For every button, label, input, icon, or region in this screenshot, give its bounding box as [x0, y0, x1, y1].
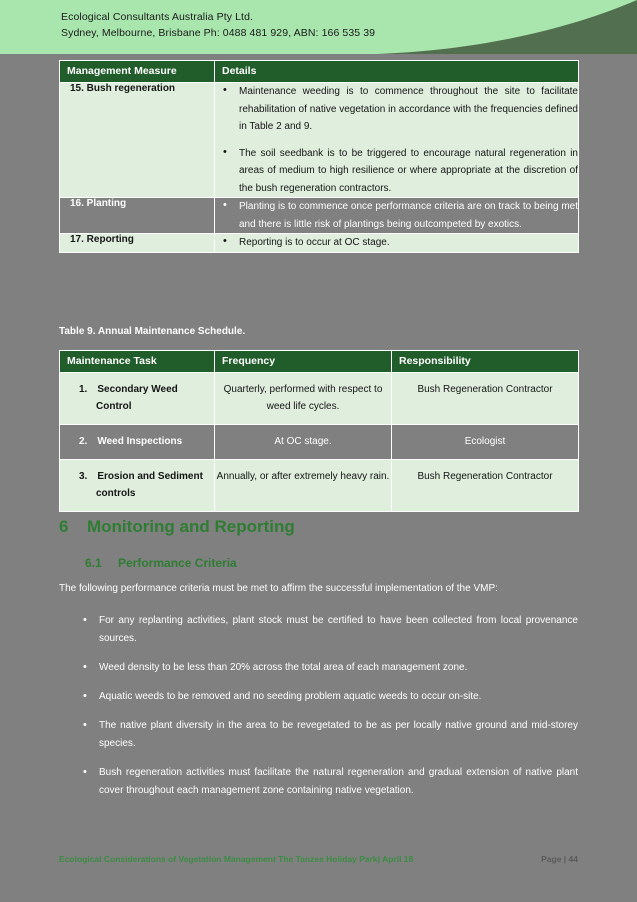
performance-criteria-list: For any replanting activities, plant sto…: [59, 611, 578, 811]
header-swoosh-decoration: [377, 0, 637, 54]
table-header-row: Management Measure Details: [59, 60, 579, 83]
table-caption: Table 9. Annual Maintenance Schedule.: [59, 326, 246, 337]
cell-responsibility: Bush Regeneration Contractor: [391, 459, 579, 512]
section-heading-6-1: 6.1 Performance Criteria: [85, 556, 237, 570]
details-bullet-list: Reporting is to occur at OC stage.: [215, 233, 578, 252]
table-row: 1. Secondary Weed Control Quarterly, per…: [59, 372, 579, 425]
section-heading-title: Monitoring and Reporting: [87, 517, 295, 536]
subsection-heading-number: 6.1: [85, 556, 102, 570]
maintenance-schedule-table: Maintenance Task Frequency Responsibilit…: [59, 350, 579, 512]
management-measures-table: Management Measure Details 15. Bush rege…: [59, 60, 579, 253]
subsection-heading-title: Performance Criteria: [118, 556, 237, 570]
list-item: The native plant diversity in the area t…: [59, 716, 578, 753]
table-row: 17. Reporting Reporting is to occur at O…: [59, 233, 579, 253]
page-header-band: Ecological Consultants Australia Pty Ltd…: [0, 0, 637, 54]
cell-task: 2. Weed Inspections: [59, 424, 215, 460]
cell-details: Planting is to commence once performance…: [214, 197, 579, 234]
cell-frequency: Quarterly, performed with respect to wee…: [214, 372, 392, 425]
table-row: 3. Erosion and Sediment controls Annuall…: [59, 459, 579, 512]
list-item: Aquatic weeds to be removed and no seedi…: [59, 687, 578, 706]
performance-criteria-intro: The following performance criteria must …: [59, 583, 498, 594]
cell-details: Maintenance weeding is to commence throu…: [214, 82, 579, 198]
details-bullet-list: Planting is to commence once performance…: [215, 197, 578, 233]
header-company-contact: Sydney, Melbourne, Brisbane Ph: 0488 481…: [61, 27, 376, 39]
table-row: 16. Planting Planting is to commence onc…: [59, 197, 579, 234]
section-heading-6: 6 Monitoring and Reporting: [59, 517, 295, 537]
page-footer: Ecological Considerations of Vegetation …: [59, 854, 578, 864]
section-heading-number: 6: [59, 517, 69, 536]
column-header-responsibility: Responsibility: [391, 350, 579, 373]
cell-measure: 15. Bush regeneration: [59, 82, 215, 198]
cell-responsibility: Ecologist: [391, 424, 579, 460]
cell-frequency: Annually, or after extremely heavy rain.: [214, 459, 392, 512]
table-row: 15. Bush regeneration Maintenance weedin…: [59, 82, 579, 198]
list-item: Weed density to be less than 20% across …: [59, 658, 578, 677]
document-body-selection-overlay[interactable]: Management Measure Details 15. Bush rege…: [0, 54, 637, 902]
column-header-maintenance-task: Maintenance Task: [59, 350, 215, 373]
footer-document-title: Ecological Considerations of Vegetation …: [59, 854, 414, 864]
cell-frequency: At OC stage.: [214, 424, 392, 460]
table-row: 2. Weed Inspections At OC stage. Ecologi…: [59, 424, 579, 460]
cell-measure: 17. Reporting: [59, 233, 215, 253]
details-bullet-list: Maintenance weeding is to commence throu…: [215, 82, 578, 198]
cell-details: Reporting is to occur at OC stage.: [214, 233, 579, 253]
header-company-name: Ecological Consultants Australia Pty Ltd…: [61, 11, 254, 23]
cell-measure: 16. Planting: [59, 197, 215, 234]
header-company-block: Ecological Consultants Australia Pty Ltd…: [61, 9, 375, 41]
cell-responsibility: Bush Regeneration Contractor: [391, 372, 579, 425]
list-item: Planting is to commence once performance…: [215, 197, 578, 233]
footer-page-number: Page | 44: [541, 854, 578, 864]
column-header-frequency: Frequency: [214, 350, 392, 373]
list-item: Bush regeneration activities must facili…: [59, 763, 578, 800]
table-header-row: Maintenance Task Frequency Responsibilit…: [59, 350, 579, 373]
cell-task: 1. Secondary Weed Control: [59, 372, 215, 425]
cell-task: 3. Erosion and Sediment controls: [59, 459, 215, 512]
list-item: Reporting is to occur at OC stage.: [215, 233, 578, 252]
column-header-details: Details: [214, 60, 579, 83]
column-header-management-measure: Management Measure: [59, 60, 215, 83]
list-item: The soil seedbank is to be triggered to …: [215, 144, 578, 198]
list-item: Maintenance weeding is to commence throu…: [215, 82, 578, 136]
list-item: For any replanting activities, plant sto…: [59, 611, 578, 648]
